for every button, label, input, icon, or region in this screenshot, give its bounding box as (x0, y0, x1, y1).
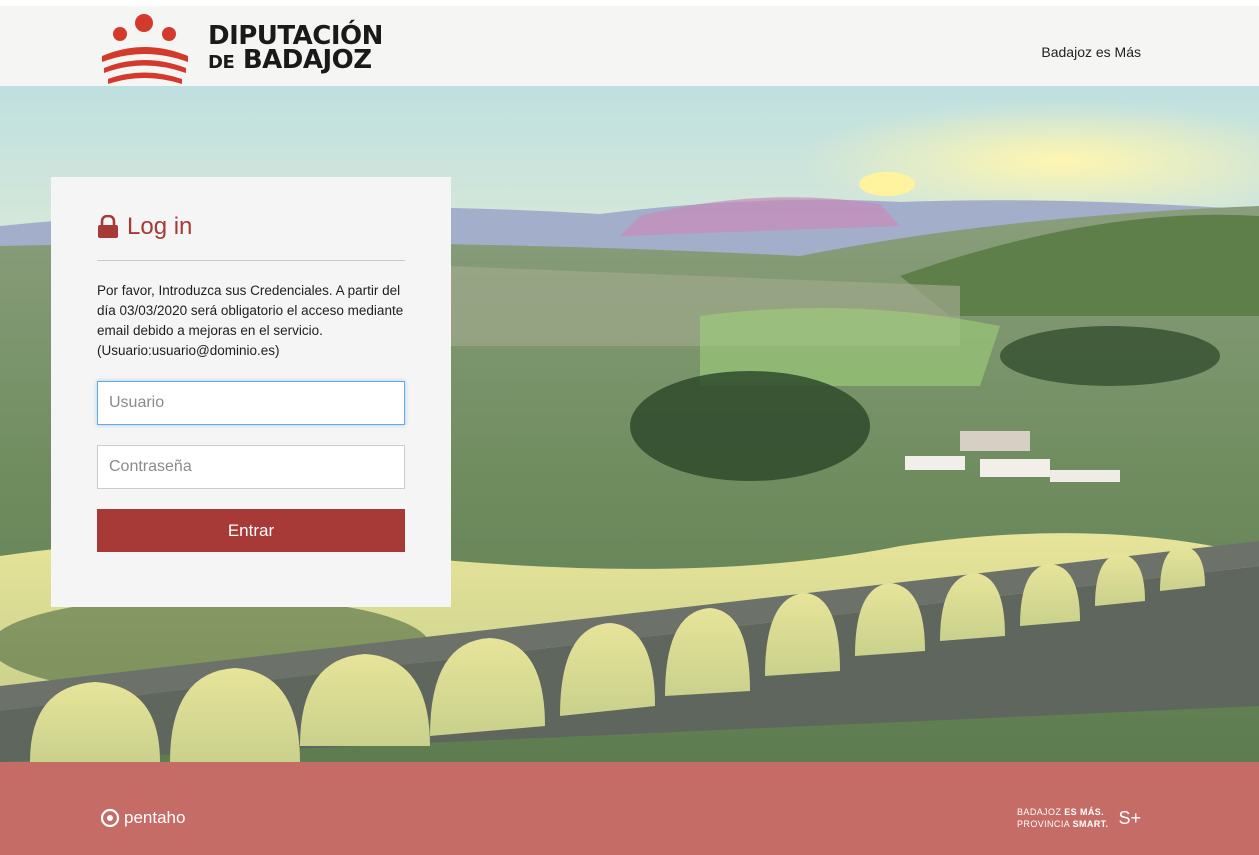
logo-line-2: DE BADAJOZ (208, 45, 383, 75)
pentaho-logo[interactable]: pentaho (100, 808, 185, 828)
smart-text: BADAJOZ ES MÁS. PROVINCIA SMART. (1017, 806, 1108, 830)
login-title-text: Log in (127, 213, 193, 240)
login-description: Por favor, Introduzca sus Credenciales. … (97, 283, 404, 358)
site-header: DIPUTACIÓN DE BADAJOZ Badajoz es Más (0, 0, 1259, 86)
lock-icon (98, 215, 118, 238)
login-card: Log in Por favor, Introduzca sus Credenc… (51, 177, 451, 607)
pentaho-icon (100, 808, 120, 828)
smart-line-2: PROVINCIA SMART. (1017, 818, 1108, 830)
password-input[interactable] (97, 445, 405, 489)
logo-line-2-main: BADAJOZ (242, 45, 372, 75)
smart-line-1-a: BADAJOZ (1017, 807, 1062, 817)
badajoz-smart-logo[interactable]: BADAJOZ ES MÁS. PROVINCIA SMART. S+ (1017, 806, 1141, 830)
pentaho-label: pentaho (124, 808, 186, 827)
smart-plus-mark: S+ (1118, 807, 1141, 828)
smart-line-1-b: ES MÁS. (1064, 807, 1105, 817)
login-title: Log in (97, 213, 192, 241)
smart-line-2-b: SMART. (1072, 819, 1109, 829)
login-submit-button[interactable]: Entrar (97, 509, 405, 552)
logo-wordmark: DIPUTACIÓN DE BADAJOZ (208, 23, 383, 75)
username-input[interactable] (97, 381, 405, 425)
smart-line-2-a: PROVINCIA (1017, 819, 1070, 829)
logo-line-2-prefix: DE (208, 52, 235, 73)
title-divider (97, 260, 405, 261)
badajoz-es-mas-link[interactable]: Badajoz es Más (1041, 44, 1141, 60)
smart-line-1: BADAJOZ ES MÁS. (1017, 806, 1108, 818)
